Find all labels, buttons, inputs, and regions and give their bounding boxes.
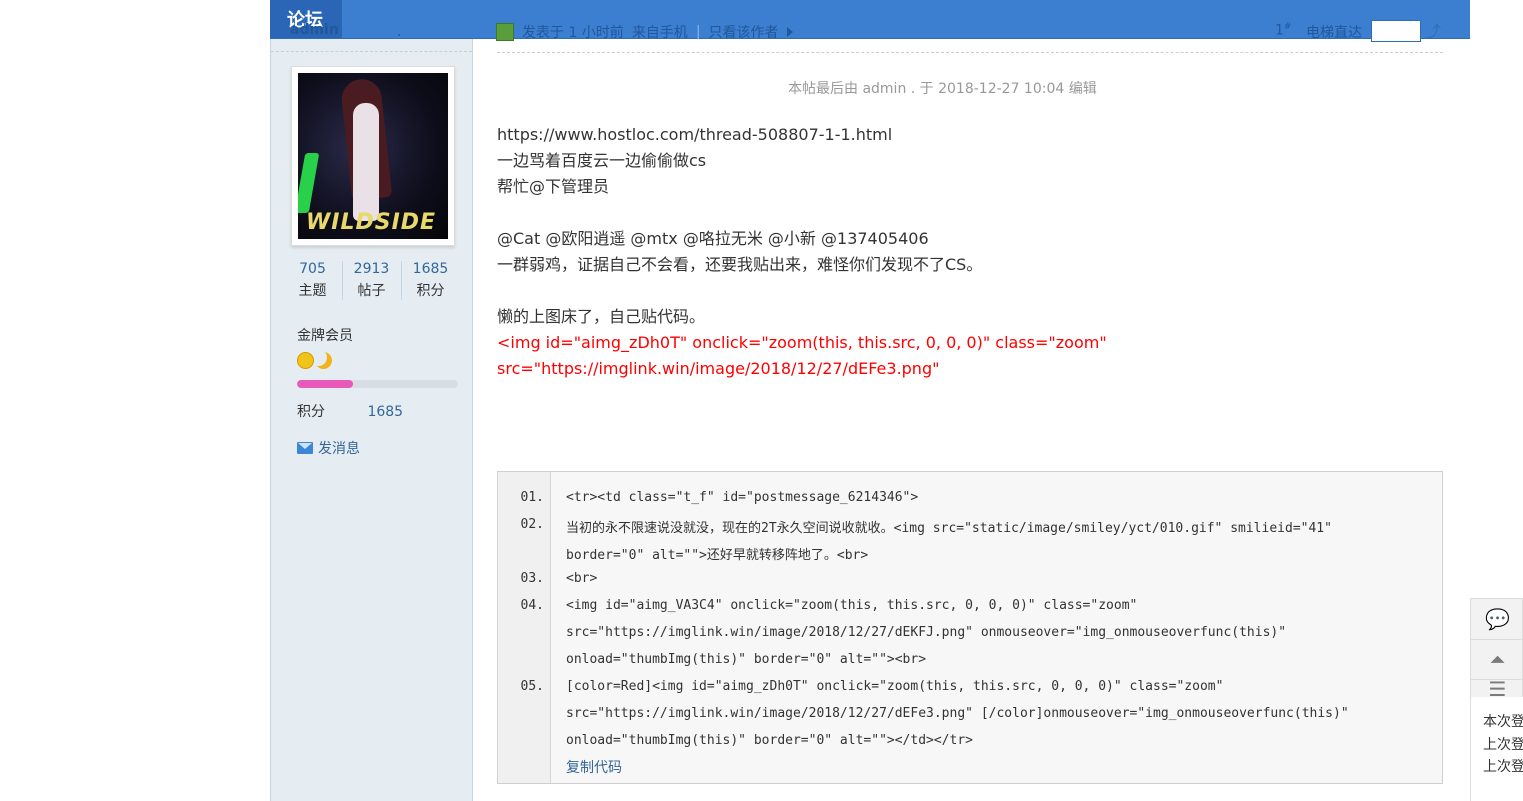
user-rank[interactable]: 金牌会员 [297, 325, 353, 345]
login-info-line: 本次登 [1483, 714, 1523, 730]
stat-posts[interactable]: 2913 帖子 [343, 261, 402, 300]
list-icon[interactable]: ☰ [1471, 677, 1523, 701]
stat-threads[interactable]: 705 主题 [284, 261, 343, 300]
post-line: 帮忙@下管理员 [497, 177, 610, 196]
post-line [497, 278, 1437, 304]
author-name[interactable]: admin [290, 22, 339, 38]
back-to-top-icon[interactable]: ⏶ [1471, 639, 1523, 680]
elevator-label: 电梯直达 [1306, 25, 1362, 41]
divider [271, 51, 472, 52]
arrow-right-icon [786, 27, 793, 37]
code-line-cont: onload="thumbImg(this)" border="0" alt="… [566, 733, 973, 748]
login-info-line: 上次登 [1483, 759, 1523, 775]
posted-time: 发表于 1 小时前 [522, 25, 624, 41]
user-stats: 705 主题 2913 帖子 1685 积分 [271, 261, 472, 300]
post-body: https://www.hostloc.com/thread-508807-1-… [497, 122, 1437, 382]
elevator-input[interactable] [1371, 20, 1421, 42]
post-line: 一群弱鸡，证据自己不会看，还要我贴出来，难怪你们发现不了CS。 [497, 255, 983, 274]
comment-icon[interactable]: 💬 [1471, 599, 1523, 640]
avatar-figure [353, 103, 379, 221]
avatar-frame[interactable]: WILDSIDE [291, 66, 455, 246]
code-line-cont: onload="thumbImg(this)" border="0" alt="… [566, 652, 927, 667]
go-arrow-icon[interactable]: ⤴ [1425, 18, 1441, 42]
avatar-text: WILDSIDE [306, 210, 437, 235]
post-status-icon [496, 23, 514, 41]
send-message-link[interactable]: 发消息 [297, 438, 360, 458]
score-label: 积分 [297, 404, 325, 420]
copy-code-button[interactable]: 复制代码 [566, 757, 622, 777]
post-line-red: src="https://imglink.win/image/2018/12/2… [497, 359, 940, 378]
post-line-mentions[interactable]: @Cat @欧阳逍遥 @mtx @咯拉无米 @小新 @137405406 [497, 226, 1437, 252]
divider [497, 52, 1443, 53]
code-line-cont: src="https://imglink.win/image/2018/12/2… [566, 706, 1349, 721]
score-value: 1685 [367, 404, 404, 420]
stat-credits[interactable]: 1685 积分 [402, 261, 460, 300]
send-message-label[interactable]: 发消息 [318, 438, 360, 458]
avatar[interactable]: WILDSIDE [298, 73, 448, 239]
smiley-medal-icon [297, 352, 314, 369]
mail-icon [297, 442, 313, 454]
score-row: 积分 1685 [297, 401, 403, 421]
avatar-neon [298, 153, 320, 213]
login-info-panel: 本次登 上次登 上次登 [1470, 697, 1523, 801]
medals [297, 352, 332, 369]
post-header-bar: 论坛 admin . 发表于 1 小时前 来自手机 | 只看该作者 1# 电梯直… [270, 0, 1470, 42]
floor-number: 1# [1275, 22, 1292, 39]
meta-separator: | [695, 24, 701, 40]
floating-toolbar: 💬 ⏶ ☰ [1470, 598, 1523, 701]
user-info-sidebar: WILDSIDE 705 主题 2913 帖子 1685 积分 金牌会员 积分 … [270, 39, 473, 801]
post-line [497, 200, 1437, 226]
code-block: 01. <tr><td class="t_f" id="postmessage_6… [497, 471, 1443, 784]
code-line-cont: src="https://imglink.win/image/2018/12/2… [566, 625, 1287, 640]
post-source: 来自手机 [631, 25, 688, 41]
login-info-line: 上次登 [1483, 737, 1523, 753]
only-author-link[interactable]: 只看该作者 [709, 22, 779, 42]
author-suffix: . [397, 24, 402, 40]
code-line-cont: border="0" alt="">还好早就转移阵地了。<br> [566, 548, 869, 563]
edit-note: 本帖最后由 admin . 于 2018-12-27 10:04 编辑 [788, 81, 1097, 97]
post-line: 一边骂着百度云一边偷偷做cs [497, 151, 707, 170]
level-progress-bar [297, 380, 458, 388]
post-line[interactable]: https://www.hostloc.com/thread-508807-1-… [497, 122, 1437, 148]
level-progress-fill [297, 380, 354, 388]
post-meta: 发表于 1 小时前 来自手机 | 只看该作者 [496, 22, 793, 42]
post-line: 懒的上图床了，自己贴代码。 [497, 307, 706, 326]
moon-medal-icon [315, 352, 332, 369]
post-line-red: <img id="aimg_zDh0T" onclick="zoom(this,… [497, 333, 1107, 352]
